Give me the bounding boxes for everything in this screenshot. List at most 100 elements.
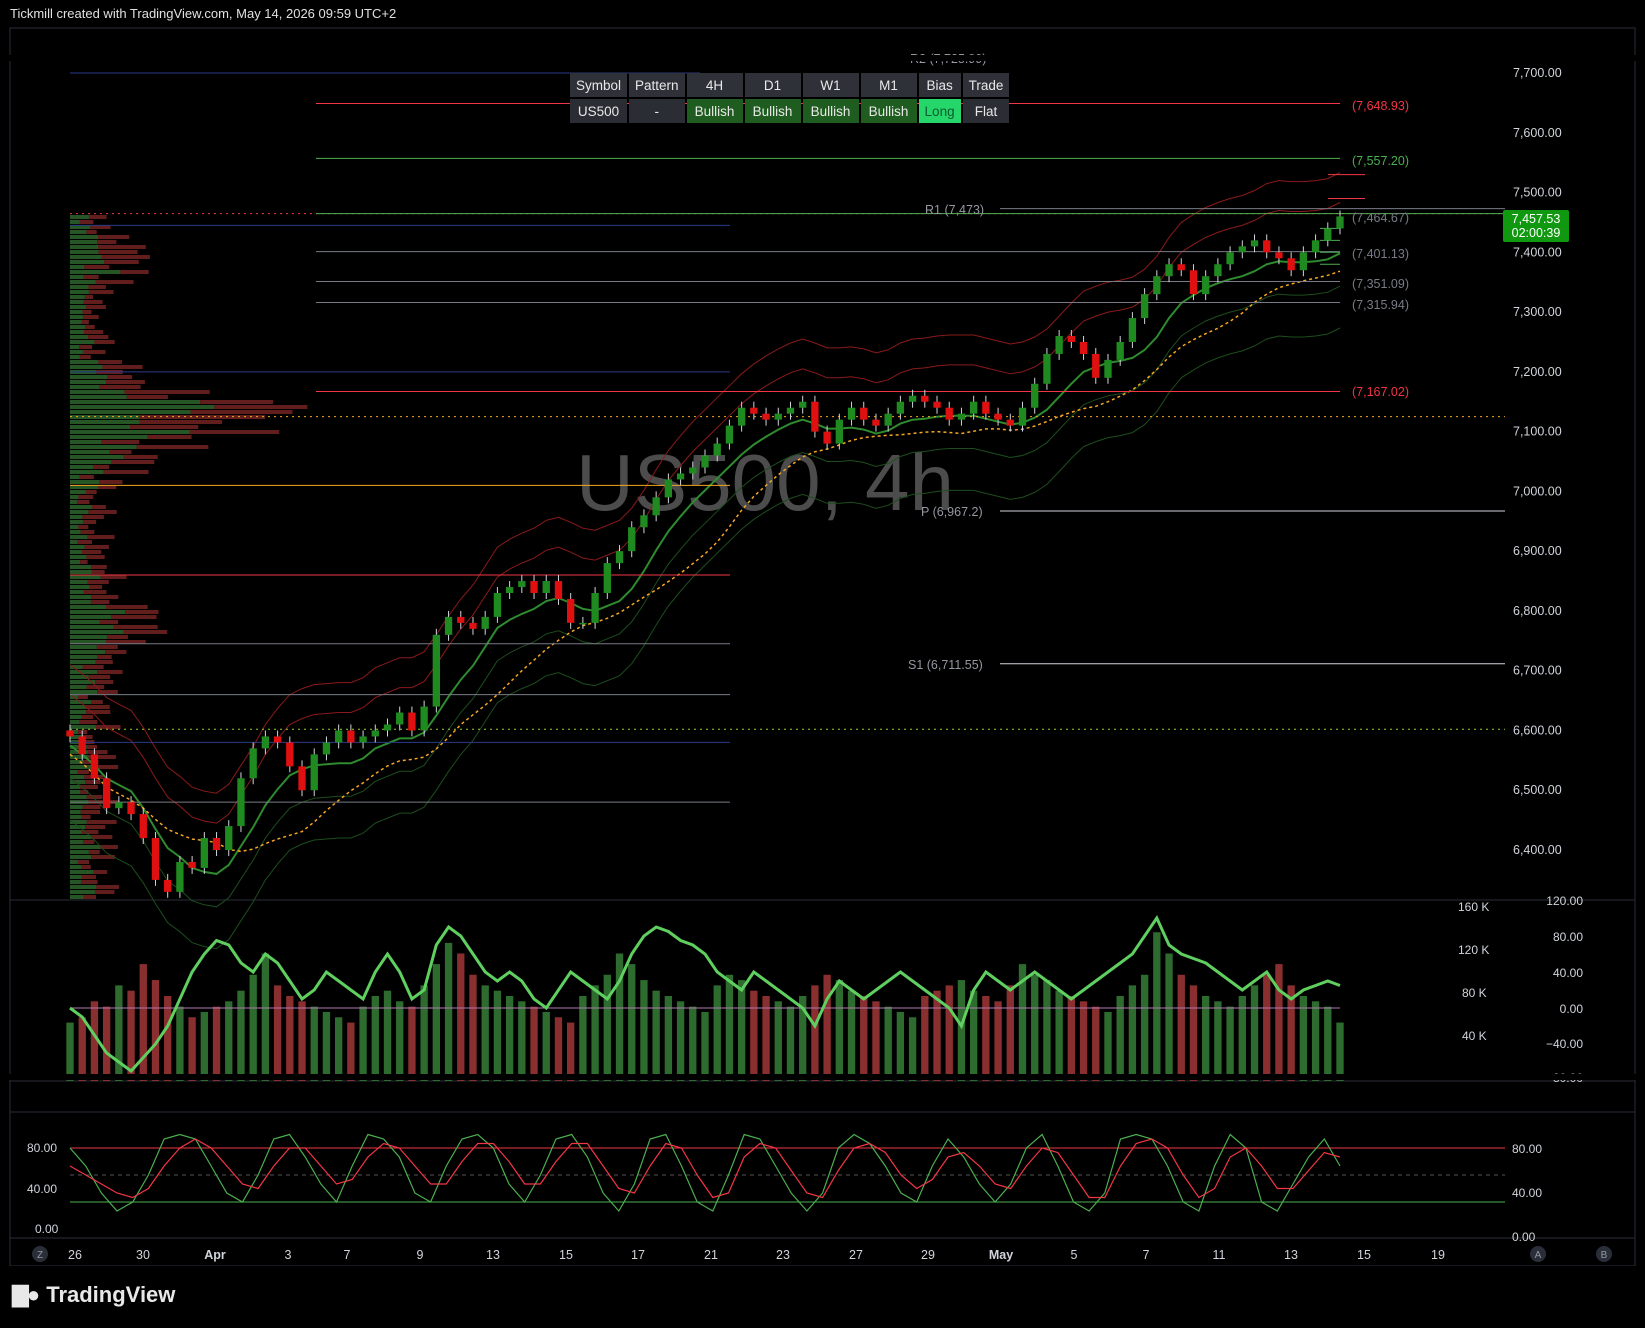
profile-bar-sell — [88, 335, 109, 339]
candle-body — [603, 563, 611, 593]
candle-body — [176, 861, 184, 892]
profile-bar-buy — [70, 580, 88, 584]
volume-bar — [994, 1001, 1002, 1081]
profile-bar-sell — [83, 275, 99, 279]
profile-bar-buy — [70, 600, 91, 604]
profile-bar-buy — [70, 340, 95, 344]
candle-body — [725, 425, 734, 444]
candle-body — [151, 838, 160, 880]
volume-bar — [481, 985, 489, 1081]
candle-body — [872, 419, 880, 426]
volume-bar — [176, 1006, 184, 1081]
chart-canvas[interactable]: US500, 4h (7,648.93) (7,557.20) (7,464.6… — [0, 0, 1645, 1266]
candle-body — [127, 802, 135, 815]
volume-bar — [579, 996, 587, 1081]
profile-bar-buy — [70, 855, 92, 859]
profile-bar-buy — [70, 615, 112, 619]
volume-bar — [737, 980, 746, 1081]
profile-bar-buy — [70, 620, 100, 624]
profile-bar-sell — [105, 650, 127, 654]
status-table-header: Symbol Pattern 4H D1 W1 M1 Bias Trade — [570, 73, 1010, 97]
price-tick-label: 6,500.00 — [1513, 783, 1562, 797]
price-tick-label: 7,100.00 — [1513, 425, 1562, 439]
profile-bar-buy — [70, 635, 108, 639]
candle-body — [469, 622, 477, 629]
volume-bar — [750, 990, 758, 1081]
profile-bar-buy — [70, 705, 86, 709]
price-tick-label: 7,400.00 — [1513, 245, 1562, 259]
profile-bar-buy — [70, 245, 99, 249]
time-axis[interactable]: 26 30 Apr 3 7 9 13 15 17 21 23 27 29 May 5 7 11 13 15 19 — [68, 1248, 1445, 1262]
volume-bar — [322, 1011, 331, 1081]
volume-bar — [188, 1017, 196, 1081]
profile-bar-buy — [70, 805, 83, 809]
profile-bar-buy — [70, 720, 80, 724]
volume-bar — [1153, 932, 1161, 1081]
candle-body — [212, 838, 221, 850]
cell-bias: Long — [918, 99, 961, 123]
profile-bar-sell — [78, 695, 88, 699]
candle-body — [1324, 228, 1332, 241]
profile-bar-sell — [126, 395, 168, 399]
tradingview-logo[interactable]: ▇● TradingView — [12, 1282, 175, 1308]
candle-body — [322, 742, 331, 755]
profile-bar-buy — [70, 355, 80, 359]
profile-bar-buy — [70, 240, 98, 244]
volume-bar — [78, 1017, 86, 1081]
volume-bar — [1214, 1001, 1222, 1081]
volume-bar — [969, 990, 978, 1081]
profile-bar-buy — [70, 570, 92, 574]
profile-bar-sell — [101, 255, 150, 259]
profile-bar-buy — [70, 585, 90, 589]
time-tick-label: 15 — [559, 1248, 573, 1262]
volume-bar — [273, 985, 282, 1081]
candle-body — [188, 861, 196, 868]
band-line — [69, 327, 1341, 950]
mom-axis-40: 40.00 — [1553, 966, 1583, 980]
profile-bar-buy — [70, 230, 87, 234]
profile-bar-sell — [96, 655, 112, 659]
profile-bar-sell — [86, 555, 105, 559]
candle-body — [579, 622, 587, 625]
volume-bar — [713, 985, 721, 1081]
candle-body — [396, 712, 404, 725]
candlesticks[interactable] — [66, 210, 1344, 898]
profile-bar-sell — [78, 495, 94, 499]
volume-bar — [701, 1011, 709, 1081]
price-axis[interactable]: 7,700.00 7,600.00 7,500.00 7,400.00 7,300.00… — [1513, 66, 1562, 857]
volume-bar — [1006, 985, 1014, 1081]
profile-bar-sell — [147, 435, 192, 439]
profile-bar-sell — [79, 475, 94, 479]
profile-bar-sell — [81, 865, 91, 869]
tradingview-logo-icon: ▇● — [12, 1282, 40, 1307]
candle-body — [567, 598, 575, 623]
volume-bar — [982, 996, 990, 1081]
volume-bar — [1311, 1001, 1320, 1081]
volume-bar — [884, 1006, 892, 1081]
profile-bar-buy — [70, 520, 83, 524]
candle-body — [1140, 294, 1149, 319]
candle-body — [444, 616, 453, 635]
pivot-r1-label: R1 (7,473) — [925, 203, 984, 217]
profile-bar-sell — [79, 720, 98, 724]
profile-bar-sell — [88, 675, 111, 679]
level-label-7315: (7,315.94) — [1352, 298, 1409, 312]
profile-bar-buy — [70, 895, 84, 899]
fast-ma-line — [69, 252, 1341, 875]
profile-bar-sell — [87, 535, 115, 539]
volume-bar — [237, 990, 245, 1081]
candle-body — [78, 736, 86, 755]
candle-body — [1043, 353, 1051, 384]
profile-bar-sell — [85, 825, 106, 829]
profile-bar-sell — [79, 355, 91, 359]
profile-bar-buy — [70, 450, 110, 454]
level-label-7557: (7,557.20) — [1352, 154, 1409, 168]
profile-bar-sell — [81, 550, 102, 554]
profile-bar-sell — [88, 510, 117, 514]
profile-bar-buy — [70, 555, 87, 559]
volume-bar — [1324, 1006, 1332, 1081]
volume-bar — [542, 1011, 550, 1081]
profile-bar-buy — [70, 850, 89, 854]
candle-body — [432, 634, 441, 707]
profile-bar-buy — [70, 560, 81, 564]
